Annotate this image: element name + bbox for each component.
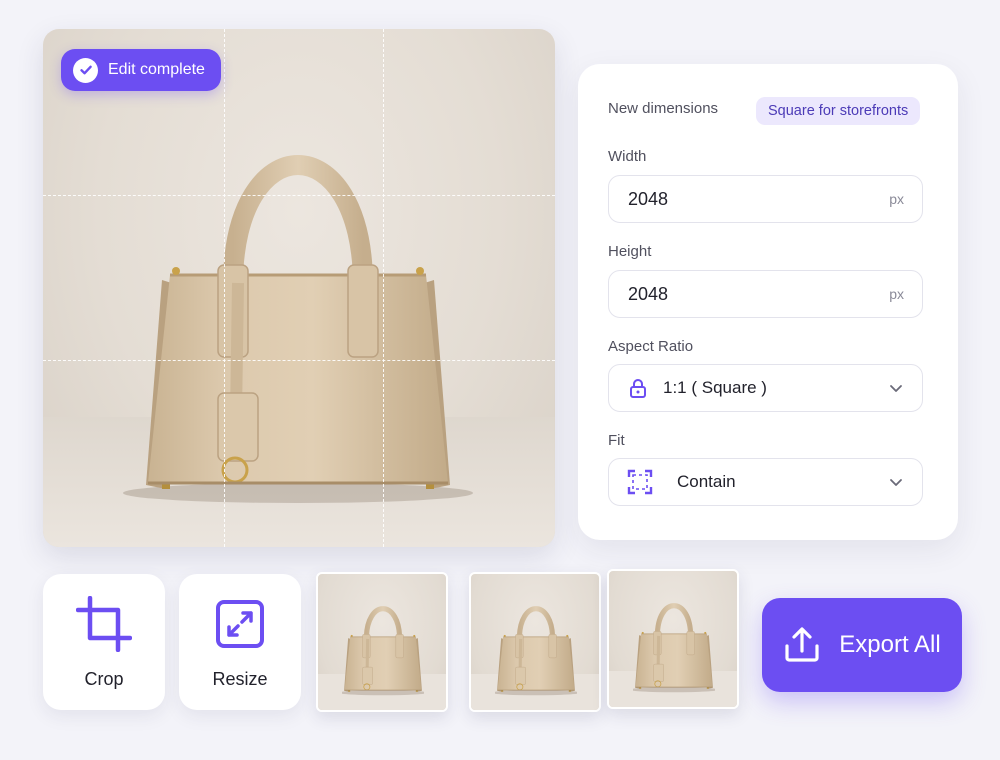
crop-grid-line bbox=[383, 29, 384, 547]
fit-frame-icon bbox=[627, 469, 653, 495]
upload-icon bbox=[783, 626, 821, 664]
height-unit: px bbox=[889, 286, 904, 302]
width-label: Width bbox=[608, 148, 647, 165]
product-preview-image[interactable]: Edit complete bbox=[43, 29, 555, 547]
height-input[interactable]: 2048 px bbox=[608, 270, 923, 318]
dimensions-panel: New dimensions Square for storefronts Wi… bbox=[578, 64, 958, 540]
panel-title: New dimensions bbox=[608, 100, 719, 117]
export-all-label: Export All bbox=[839, 631, 941, 658]
width-value: 2048 bbox=[628, 188, 669, 209]
crop-grid-line bbox=[43, 360, 555, 361]
preset-chip[interactable]: Square for storefronts bbox=[756, 97, 921, 125]
lock-icon bbox=[627, 377, 649, 399]
fit-select[interactable]: Contain bbox=[608, 458, 923, 506]
crop-grid-line bbox=[224, 29, 225, 547]
thumbnail-image[interactable] bbox=[607, 569, 739, 709]
width-input[interactable]: 2048 px bbox=[608, 175, 923, 223]
aspect-ratio-select[interactable]: 1:1 ( Square ) bbox=[608, 364, 923, 412]
height-label: Height bbox=[608, 243, 652, 260]
crop-label: Crop bbox=[84, 668, 124, 689]
chevron-down-icon bbox=[888, 474, 904, 490]
fit-value: Contain bbox=[677, 472, 736, 491]
resize-icon bbox=[215, 595, 265, 653]
height-value: 2048 bbox=[628, 283, 669, 304]
checkmark-icon bbox=[73, 57, 98, 83]
handbag-thumbnail bbox=[633, 585, 715, 693]
thumbnail-image[interactable] bbox=[469, 572, 601, 712]
export-all-button[interactable]: Export All bbox=[762, 598, 962, 692]
resize-label: Resize bbox=[212, 668, 268, 689]
width-unit: px bbox=[889, 191, 904, 207]
handbag-thumbnail bbox=[342, 588, 424, 696]
handbag-thumbnail bbox=[495, 588, 577, 696]
crop-icon bbox=[76, 595, 132, 653]
edit-complete-badge: Edit complete bbox=[61, 49, 221, 91]
edit-complete-label: Edit complete bbox=[108, 61, 205, 78]
fit-label: Fit bbox=[608, 432, 625, 449]
resize-tool-button[interactable]: Resize bbox=[179, 574, 301, 710]
chevron-down-icon bbox=[888, 380, 904, 396]
crop-tool-button[interactable]: Crop bbox=[43, 574, 165, 710]
thumbnail-image[interactable] bbox=[316, 572, 448, 712]
crop-grid-line bbox=[43, 195, 555, 196]
aspect-ratio-label: Aspect Ratio bbox=[608, 338, 694, 355]
handbag-illustration bbox=[123, 85, 473, 505]
aspect-ratio-value: 1:1 ( Square ) bbox=[663, 378, 767, 397]
